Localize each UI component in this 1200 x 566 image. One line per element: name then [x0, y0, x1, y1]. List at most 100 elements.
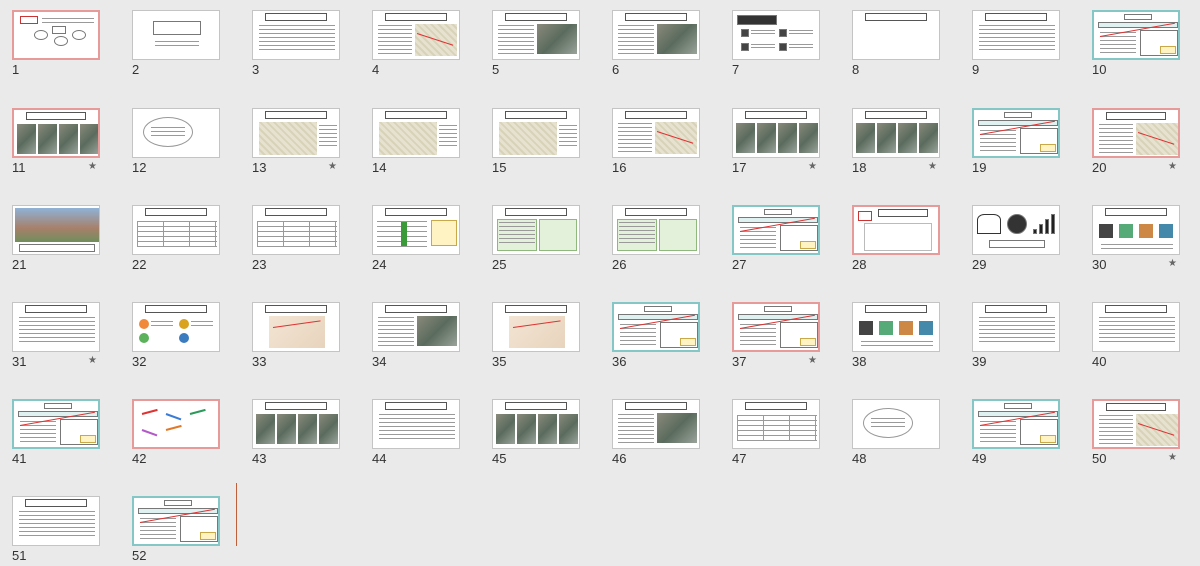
slide-item[interactable]: 38 [840, 292, 952, 372]
slide-item[interactable]: 42 [120, 389, 232, 469]
slide-item[interactable]: 32 [120, 292, 232, 372]
slide-item[interactable]: 35 [480, 292, 592, 372]
slide-item[interactable]: 41 [0, 389, 112, 469]
slide-item[interactable]: 1 [0, 0, 112, 80]
slide-item[interactable]: 27 [720, 195, 832, 275]
slide-item[interactable]: 18 ★ [840, 98, 952, 178]
slide-thumbnail[interactable] [1092, 108, 1180, 158]
slide-item[interactable]: 24 [360, 195, 472, 275]
slide-item[interactable]: 12 [120, 98, 232, 178]
slide-item[interactable]: 16 [600, 98, 712, 178]
animation-star-icon[interactable]: ★ [1168, 452, 1177, 463]
slide-item[interactable]: 5 [480, 0, 592, 80]
slide-thumbnail[interactable] [732, 205, 820, 255]
slide-thumbnail[interactable] [132, 205, 220, 255]
slide-item[interactable]: 3 [240, 0, 352, 80]
slide-item[interactable]: 8 [840, 0, 952, 80]
slide-thumbnail[interactable] [492, 399, 580, 449]
slide-thumbnail[interactable] [492, 302, 580, 352]
slide-thumbnail[interactable] [132, 10, 220, 60]
slide-thumbnail[interactable] [972, 108, 1060, 158]
animation-star-icon[interactable]: ★ [88, 355, 97, 366]
slide-thumbnail[interactable] [492, 108, 580, 158]
slide-item[interactable]: 9 [960, 0, 1072, 80]
slide-thumbnail[interactable] [1092, 205, 1180, 255]
slide-thumbnail[interactable] [372, 108, 460, 158]
animation-star-icon[interactable]: ★ [1168, 161, 1177, 172]
slide-thumbnail[interactable] [372, 302, 460, 352]
slide-thumbnail[interactable] [12, 108, 100, 158]
animation-star-icon[interactable]: ★ [1168, 258, 1177, 269]
slide-thumbnail[interactable] [732, 10, 820, 60]
slide-item[interactable]: 31 ★ [0, 292, 112, 372]
slide-thumbnail[interactable] [972, 399, 1060, 449]
slide-item[interactable]: 51 [0, 486, 112, 566]
slide-thumbnail[interactable] [132, 108, 220, 158]
slide-item[interactable]: 21 [0, 195, 112, 275]
animation-star-icon[interactable]: ★ [808, 161, 817, 172]
animation-star-icon[interactable]: ★ [808, 355, 817, 366]
slide-thumbnail[interactable] [732, 302, 820, 352]
slide-item[interactable]: 13 ★ [240, 98, 352, 178]
animation-star-icon[interactable]: ★ [328, 161, 337, 172]
slide-thumbnail[interactable] [372, 205, 460, 255]
slide-item[interactable]: 15 [480, 98, 592, 178]
slide-item[interactable]: 46 [600, 389, 712, 469]
slide-item[interactable]: 10 [1080, 0, 1192, 80]
slide-thumbnail[interactable] [252, 108, 340, 158]
slide-item[interactable]: 25 [480, 195, 592, 275]
slide-thumbnail[interactable] [852, 302, 940, 352]
slide-thumbnail[interactable] [732, 399, 820, 449]
slide-item[interactable]: 43 [240, 389, 352, 469]
slide-item[interactable]: 14 [360, 98, 472, 178]
slide-item[interactable]: 33 [240, 292, 352, 372]
slide-item[interactable]: 28 [840, 195, 952, 275]
slide-thumbnail[interactable] [1092, 399, 1180, 449]
slide-thumbnail[interactable] [732, 108, 820, 158]
slide-item[interactable]: 44 [360, 389, 472, 469]
slide-item[interactable]: 4 [360, 0, 472, 80]
slide-item[interactable]: 36 [600, 292, 712, 372]
slide-thumbnail[interactable] [132, 302, 220, 352]
slide-item[interactable]: 49 [960, 389, 1072, 469]
slide-thumbnail[interactable] [972, 10, 1060, 60]
slide-item[interactable]: 48 [840, 389, 952, 469]
slide-thumbnail[interactable] [972, 205, 1060, 255]
slide-item[interactable]: 19 [960, 98, 1072, 178]
slide-item[interactable]: 45 [480, 389, 592, 469]
slide-item[interactable]: 17 ★ [720, 98, 832, 178]
slide-item[interactable]: 20 ★ [1080, 98, 1192, 178]
slide-thumbnail[interactable] [252, 399, 340, 449]
slide-thumbnail[interactable] [12, 205, 100, 255]
animation-star-icon[interactable]: ★ [928, 161, 937, 172]
slide-item[interactable]: 22 [120, 195, 232, 275]
slide-item[interactable]: 6 [600, 0, 712, 80]
slide-thumbnail[interactable] [612, 205, 700, 255]
slide-thumbnail[interactable] [852, 205, 940, 255]
slide-thumbnail[interactable] [372, 399, 460, 449]
slide-item[interactable]: 52 [120, 486, 232, 566]
slide-item[interactable]: 34 [360, 292, 472, 372]
slide-thumbnail[interactable] [972, 302, 1060, 352]
slide-item[interactable]: 29 [960, 195, 1072, 275]
slide-thumbnail[interactable] [372, 10, 460, 60]
slide-thumbnail[interactable] [12, 496, 100, 546]
slide-thumbnail[interactable] [492, 205, 580, 255]
animation-star-icon[interactable]: ★ [88, 161, 97, 172]
slide-item[interactable]: 11 ★ [0, 98, 112, 178]
slide-item[interactable]: 37 ★ [720, 292, 832, 372]
slide-thumbnail[interactable] [612, 10, 700, 60]
slide-thumbnail[interactable] [132, 496, 220, 546]
slide-thumbnail[interactable] [252, 10, 340, 60]
slide-item[interactable]: 40 [1080, 292, 1192, 372]
slide-thumbnail[interactable] [132, 399, 220, 449]
slide-thumbnail[interactable] [12, 10, 100, 60]
slide-thumbnail[interactable] [12, 302, 100, 352]
slide-item[interactable]: 26 [600, 195, 712, 275]
slide-item[interactable]: 50 ★ [1080, 389, 1192, 469]
slide-item[interactable]: 23 [240, 195, 352, 275]
slide-thumbnail[interactable] [612, 108, 700, 158]
slide-thumbnail[interactable] [612, 399, 700, 449]
slide-item[interactable]: 30 ★ [1080, 195, 1192, 275]
slide-item[interactable]: 2 [120, 0, 232, 80]
